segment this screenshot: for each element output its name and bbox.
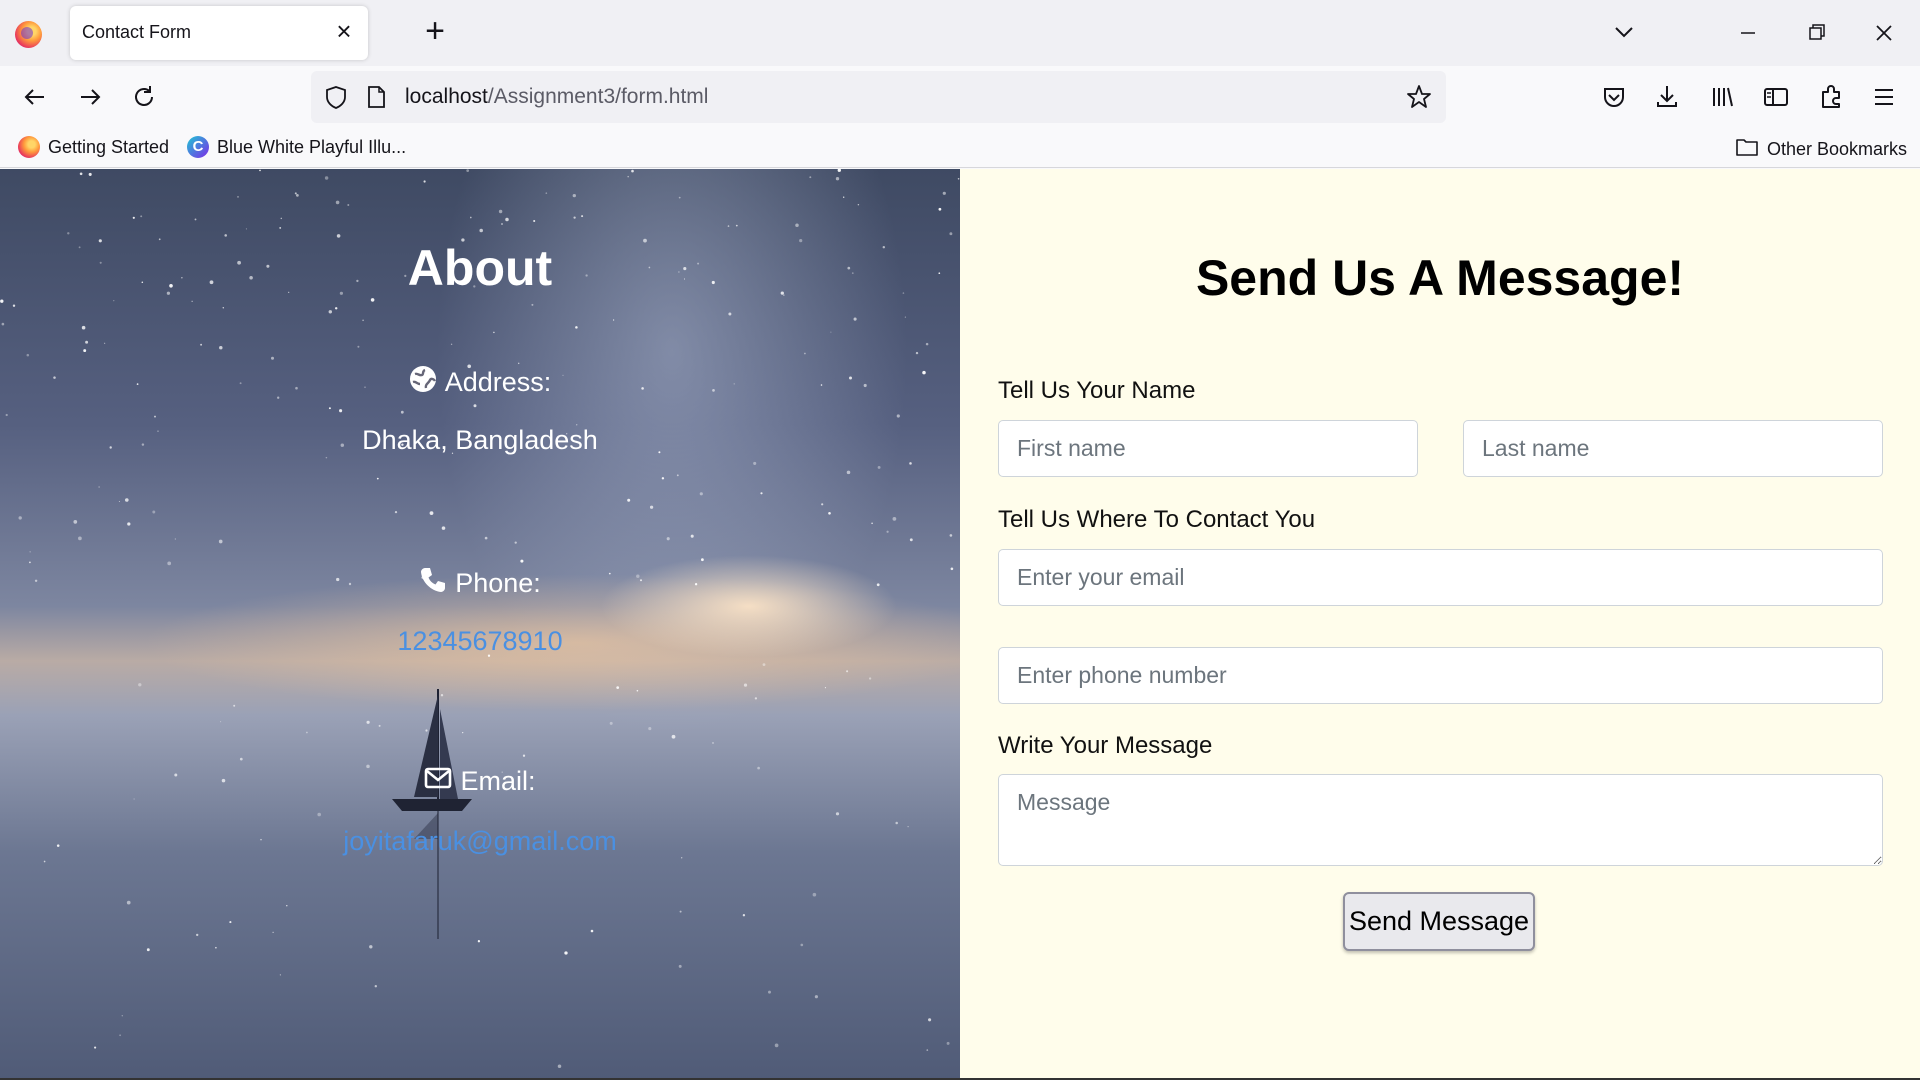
address-bar[interactable]: localhost/Assignment3/form.html: [311, 71, 1446, 123]
email-input[interactable]: [998, 549, 1883, 606]
library-icon[interactable]: [1703, 78, 1741, 116]
tab-strip: Contact Form × +: [0, 0, 1920, 66]
url-host: localhost: [405, 85, 488, 108]
app-menu-icon[interactable]: [1865, 78, 1903, 116]
extensions-icon[interactable]: [1812, 78, 1850, 116]
globe-icon: [409, 365, 437, 400]
other-bookmarks-label: Other Bookmarks: [1767, 139, 1908, 159]
message-textarea[interactable]: [998, 774, 1883, 866]
bookmark-label: Getting Started: [48, 136, 170, 157]
email-heading: Email:: [0, 766, 960, 797]
pocket-icon[interactable]: [1595, 78, 1633, 116]
tab-title: Contact Form: [82, 22, 192, 42]
phone-icon: [419, 566, 447, 601]
email-label: Email:: [460, 766, 536, 796]
folder-icon: [1735, 136, 1759, 163]
address-heading: Address:: [0, 365, 960, 400]
first-name-input[interactable]: [998, 420, 1418, 477]
envelope-icon: [424, 766, 452, 797]
about-title: About: [407, 240, 553, 296]
send-message-button[interactable]: Send Message: [1343, 892, 1535, 951]
phone-heading: Phone:: [0, 566, 960, 601]
tab-contact-form[interactable]: Contact Form ×: [70, 6, 368, 60]
bookmarks-toolbar: Getting Started C Blue White Playful Ill…: [0, 128, 1920, 168]
last-name-input[interactable]: [1463, 420, 1883, 477]
contact-form-panel: Send Us A Message! Tell Us Your Name Tel…: [960, 169, 1920, 1080]
bookmark-label: Blue White Playful Illu...: [217, 136, 407, 157]
close-window-icon[interactable]: [1864, 14, 1904, 52]
navigation-toolbar: localhost/Assignment3/form.html: [0, 66, 1920, 128]
about-panel: About Address: Dhaka, Bangladesh Phone: …: [0, 169, 960, 1080]
page-icon[interactable]: [363, 83, 389, 116]
list-all-tabs-icon[interactable]: [1604, 14, 1644, 52]
address-value: Dhaka, Bangladesh: [362, 425, 598, 455]
name-label: Tell Us Your Name: [998, 377, 1196, 404]
phone-input[interactable]: [998, 647, 1883, 704]
firefox-icon: [18, 136, 40, 158]
firefox-menu-icon[interactable]: [15, 21, 42, 48]
reload-icon[interactable]: [125, 78, 163, 116]
sidebar-icon[interactable]: [1757, 78, 1795, 116]
message-label: Write Your Message: [998, 732, 1213, 759]
address-label: Address:: [444, 367, 552, 397]
new-tab-icon[interactable]: +: [418, 14, 452, 50]
downloads-icon[interactable]: [1648, 78, 1686, 116]
page-content: About Address: Dhaka, Bangladesh Phone: …: [0, 169, 1920, 1080]
url-path: /Assignment3/form.html: [487, 85, 709, 108]
contact-label: Tell Us Where To Contact You: [998, 506, 1316, 533]
phone-link[interactable]: 12345678910: [0, 626, 960, 657]
canva-icon: C: [187, 136, 209, 158]
bookmark-getting-started[interactable]: Getting Started: [18, 136, 169, 158]
email-link[interactable]: joyitafaruk@gmail.com: [0, 826, 960, 857]
sailboat-image: [392, 689, 472, 939]
shield-icon[interactable]: [321, 82, 351, 117]
phone-label: Phone:: [455, 568, 541, 598]
bookmark-blue-white-playful[interactable]: C Blue White Playful Illu...: [187, 136, 406, 158]
back-icon[interactable]: [16, 78, 54, 116]
starry-sky-background: [0, 169, 960, 1069]
form-title: Send Us A Message!: [1195, 250, 1685, 306]
other-bookmarks[interactable]: Other Bookmarks: [1735, 136, 1907, 163]
forward-icon[interactable]: [71, 78, 109, 116]
minimize-window-icon[interactable]: [1728, 14, 1768, 52]
url-text[interactable]: localhost/Assignment3/form.html: [405, 85, 708, 109]
close-tab-icon[interactable]: ×: [330, 18, 358, 46]
restore-window-icon[interactable]: [1796, 14, 1836, 52]
bookmark-star-icon[interactable]: [1404, 82, 1434, 117]
